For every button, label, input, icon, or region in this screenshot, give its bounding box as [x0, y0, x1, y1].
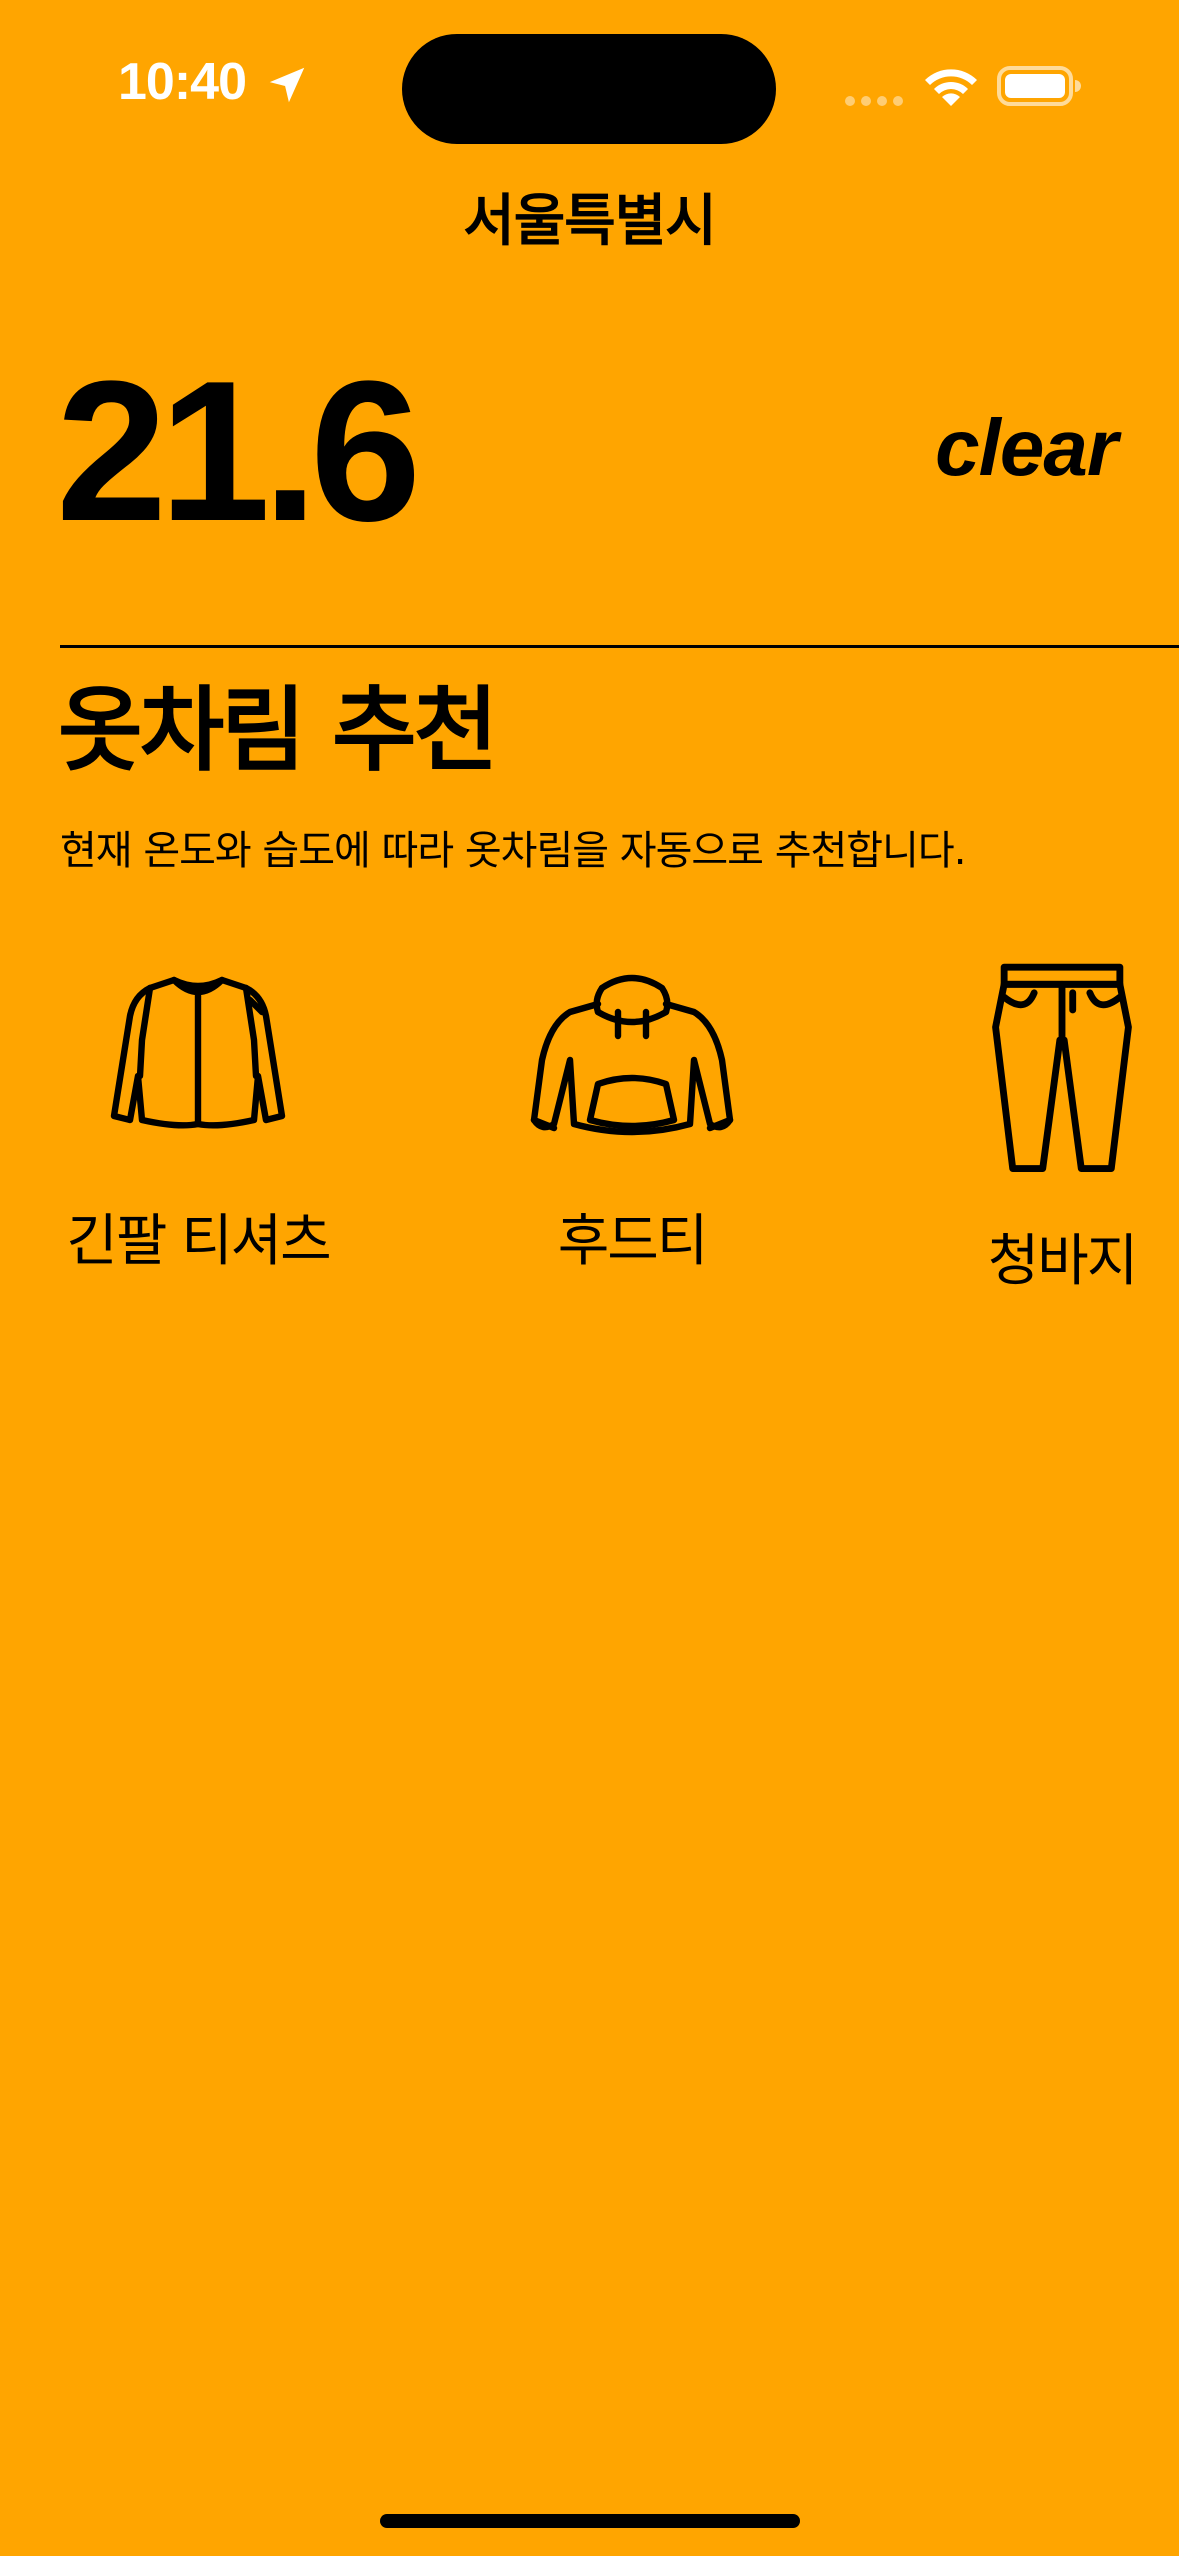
section-description: 현재 온도와 습도에 따라 옷차림을 자동으로 추천합니다. — [60, 828, 966, 874]
clothes-item-hoodie: 후드티 — [512, 960, 752, 1277]
battery-icon — [997, 66, 1081, 106]
long-sleeve-shirt-icon — [110, 976, 286, 1129]
clothes-item-jeans: 청바지 — [962, 960, 1162, 1297]
hoodie-icon — [530, 974, 734, 1136]
status-bar: 10:40 — [0, 0, 1179, 170]
location-arrow-icon — [269, 67, 305, 103]
status-time: 10:40 — [118, 53, 247, 111]
divider — [60, 645, 1179, 648]
clothes-item-long-sleeve: 긴팔 티셔츠 — [58, 960, 338, 1277]
jeans-icon — [992, 963, 1132, 1172]
city-title: 서울특별시 — [463, 189, 717, 254]
dynamic-island — [402, 34, 776, 144]
clothes-label: 청바지 — [987, 1229, 1139, 1294]
cellular-signal-icon — [845, 96, 903, 106]
wifi-icon — [925, 69, 977, 106]
clothes-label: 후드티 — [557, 1209, 709, 1274]
clothes-label: 긴팔 티셔츠 — [66, 1209, 331, 1274]
home-indicator[interactable] — [380, 2514, 800, 2528]
section-title: 옷차림 추천 — [58, 677, 498, 784]
weather-condition: clear — [935, 403, 1118, 492]
temperature-value: 21.6 — [56, 340, 421, 563]
